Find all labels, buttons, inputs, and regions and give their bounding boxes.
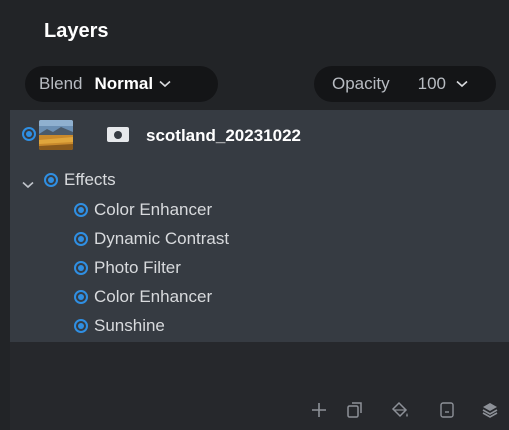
- layer-thumbnail[interactable]: [39, 120, 73, 150]
- duplicate-icon[interactable]: [345, 400, 365, 420]
- chevron-down-icon: [456, 80, 468, 88]
- effect-label: Sunshine: [94, 316, 165, 335]
- fill-icon[interactable]: [390, 400, 410, 420]
- blend-dropdown[interactable]: Blend Normal: [25, 66, 218, 102]
- mask-icon[interactable]: [437, 400, 457, 420]
- effect-label: Color Enhancer: [94, 287, 213, 306]
- opacity-value: 100: [417, 74, 447, 93]
- effect-visibility-toggle[interactable]: [74, 232, 88, 246]
- effect-label: Color Enhancer: [94, 200, 213, 219]
- effect-visibility-toggle[interactable]: [74, 319, 88, 333]
- layers-icon[interactable]: [480, 400, 500, 420]
- effect-label: Photo Filter: [94, 258, 181, 277]
- layer-visibility-toggle[interactable]: [22, 127, 36, 141]
- blend-value: Normal: [94, 74, 154, 93]
- effect-visibility-toggle[interactable]: [74, 290, 88, 304]
- chevron-down-icon[interactable]: [22, 176, 34, 194]
- panel-title: Layers: [44, 20, 109, 42]
- layer-name[interactable]: scotland_20231022: [146, 126, 301, 146]
- chevron-down-icon: [159, 80, 171, 88]
- effect-label: Dynamic Contrast: [94, 229, 230, 248]
- effect-visibility-toggle[interactable]: [74, 203, 88, 217]
- add-icon[interactable]: [309, 400, 329, 420]
- opacity-label: Opacity: [332, 74, 390, 93]
- blend-label: Blend: [39, 74, 83, 93]
- opacity-dropdown[interactable]: Opacity 100: [314, 66, 496, 102]
- effects-group-label[interactable]: Effects: [64, 170, 116, 190]
- layers-empty-area: [10, 342, 509, 430]
- effects-visibility-toggle[interactable]: [44, 173, 58, 187]
- effect-visibility-toggle[interactable]: [74, 261, 88, 275]
- layer-mask-icon[interactable]: [107, 127, 129, 142]
